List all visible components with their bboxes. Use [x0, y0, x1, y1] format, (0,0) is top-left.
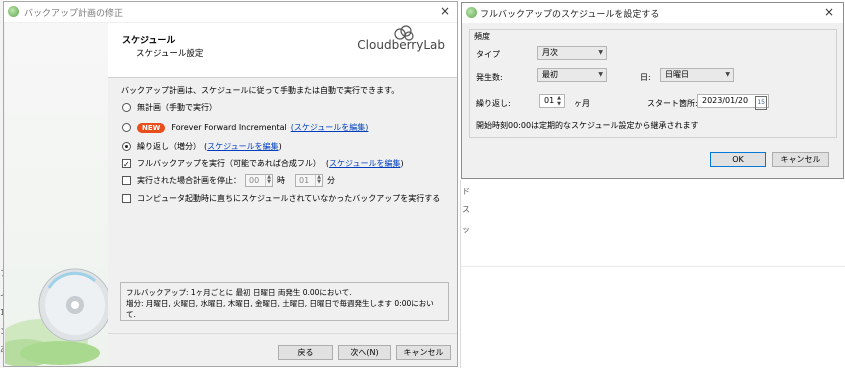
- summary-incremental-line: 増分: 月曜日, 火曜日, 水曜日, 木曜日, 金曜日, 土曜日, 日曜日で毎週…: [126, 299, 434, 319]
- page-title: スケジュール: [122, 36, 176, 46]
- wizard-footer: 戻る 次へ(N) キャンセル: [108, 333, 457, 366]
- back-button[interactable]: 戻る: [278, 345, 333, 360]
- spinner-arrows-icon[interactable]: ▲ ▼: [265, 175, 272, 186]
- new-badge: NEW: [137, 122, 166, 133]
- occurrence-label: 発生数:: [476, 73, 503, 82]
- spinner-value: 00: [249, 176, 260, 185]
- option-label: 実行された場合計画を停止：: [137, 176, 241, 185]
- option-label: Forever Forward Incremental: [171, 123, 287, 132]
- background-divider: [460, 180, 461, 368]
- option-label: 繰り返し（増分）: [137, 142, 201, 151]
- radio-forever-forward[interactable]: [122, 123, 131, 132]
- dropdown-value: 月次: [542, 48, 558, 57]
- chevron-down-icon: ▼: [598, 71, 603, 78]
- checkbox-missed-backup[interactable]: [122, 194, 131, 203]
- edit-schedule-link-ffi[interactable]: (スケジュールを編集): [291, 122, 369, 133]
- hours-unit: 時: [277, 176, 285, 185]
- option-full-backup[interactable]: フルバックアップを実行（可能であれば合成フル） (スケジュールを編集): [122, 158, 404, 169]
- start-label: スタート箇所:: [647, 99, 698, 108]
- next-button[interactable]: 次へ(N): [338, 345, 391, 360]
- checkbox-stop-plan[interactable]: [122, 176, 131, 185]
- radio-no-schedule[interactable]: [122, 103, 131, 112]
- page-subtitle: スケジュール設定: [136, 49, 204, 59]
- calendar-icon[interactable]: 15: [755, 96, 767, 110]
- cancel-button[interactable]: キャンセル: [396, 345, 451, 360]
- inherited-time-note: 開始時刻00:00は定期的なスケジュール設定から継承されます: [476, 121, 699, 130]
- close-button[interactable]: ×: [821, 5, 837, 19]
- stop-hours-spinner[interactable]: 00 ▲ ▼: [245, 174, 273, 187]
- spinner-arrows-icon[interactable]: ▲ ▼: [315, 175, 322, 186]
- wizard-content: スケジュール スケジュール設定 CloudberryLab バックアップ計画は、…: [108, 23, 457, 366]
- background-app-area: ド ス ッ: [460, 180, 845, 368]
- chevron-down-icon: ▼: [725, 71, 730, 78]
- day-label: 日:: [640, 73, 651, 82]
- edit-schedule-link-full[interactable]: スケジュールを編集: [329, 158, 400, 169]
- type-label: タイプ: [476, 50, 500, 59]
- edit-schedule-link-recurring[interactable]: スケジュールを編集: [207, 141, 278, 152]
- backup-plan-dialog: バックアップ計画の修正 × スケジュール スケジュール設定 Cloudberry…: [0, 1, 458, 367]
- dialog-titlebar: フルバックアップのスケジュールを設定する ×: [462, 3, 843, 23]
- type-dropdown[interactable]: 月次 ▼: [537, 46, 607, 60]
- option-no-schedule[interactable]: 無計画（手動で実行）: [122, 102, 217, 113]
- app-icon: [8, 6, 19, 17]
- wizard-side-banner: [0, 23, 112, 367]
- frequency-group-label: 頻度: [474, 32, 490, 41]
- chevron-down-icon: ▼: [598, 49, 603, 56]
- schedule-summary: フルバックアップ: 1ヶ月ごとに 最初 日曜日 両発生 0.00において. 増分…: [120, 282, 449, 321]
- wizard-header: スケジュール スケジュール設定 CloudberryLab: [108, 23, 457, 78]
- repeat-spinner[interactable]: 01 ▲ ▼: [539, 94, 565, 108]
- dropdown-value: 最初: [542, 70, 558, 79]
- date-value: 2023/01/20: [702, 96, 749, 105]
- day-dropdown[interactable]: 日曜日 ▼: [660, 68, 734, 82]
- app-icon: [466, 7, 477, 18]
- dialog-title: フルバックアップのスケジュールを設定する: [480, 10, 660, 20]
- close-button[interactable]: ×: [437, 4, 453, 18]
- dialog-title: バックアップ計画の修正: [24, 9, 124, 19]
- occurrence-dropdown[interactable]: 最初 ▼: [537, 68, 607, 82]
- minutes-unit: 分: [327, 176, 335, 185]
- background-text: ス: [462, 205, 470, 214]
- background-text: ド: [462, 187, 470, 196]
- dialog-titlebar: バックアップ計画の修正 ×: [4, 2, 457, 22]
- option-label: コンピュータ起動時に直ちにスケジュールされていなかったバックアップを実行する: [137, 194, 441, 203]
- background-divider: [460, 266, 845, 267]
- cloudberry-logo-text: CloudberryLab: [357, 38, 445, 52]
- full-backup-schedule-dialog: フルバックアップのスケジュールを設定する × 頻度 タイプ 月次 ▼ 発生数: …: [461, 2, 844, 179]
- repeat-label: 繰り返し:: [476, 99, 511, 108]
- option-missed-backup[interactable]: コンピュータ起動時に直ちにスケジュールされていなかったバックアップを実行する: [122, 193, 440, 204]
- checkbox-full-backup[interactable]: [122, 159, 131, 169]
- option-recurring[interactable]: 繰り返し（増分） (スケジュールを編集): [122, 141, 282, 152]
- option-stop-plan[interactable]: 実行された場合計画を停止： 00 ▲ ▼ 時 01 ▲ ▼ 分: [122, 174, 335, 187]
- spinner-value: 01: [544, 96, 555, 105]
- stop-minutes-spinner[interactable]: 01 ▲ ▼: [295, 174, 323, 187]
- cancel-button[interactable]: キャンセル: [772, 152, 829, 167]
- dropdown-value: 日曜日: [665, 70, 689, 79]
- repeat-unit: ヶ月: [574, 99, 590, 108]
- spinner-value: 01: [299, 176, 310, 185]
- option-label: フルバックアップを実行（可能であれば合成フル）: [137, 159, 321, 168]
- spinner-arrows-icon[interactable]: ▲ ▼: [557, 95, 561, 107]
- ok-button[interactable]: OK: [710, 152, 766, 167]
- option-forever-forward[interactable]: NEW Forever Forward Incremental (スケジュールを…: [122, 122, 368, 133]
- radio-recurring[interactable]: [122, 142, 131, 151]
- summary-full-line: フルバックアップ: 1ヶ月ごとに 最初 日曜日 両発生 0.00において.: [126, 288, 352, 297]
- start-date-field[interactable]: 2023/01/20 15: [697, 94, 769, 110]
- schedule-description: バックアップ計画は、スケジュールに従って手動または自動で実行できます。: [121, 86, 400, 95]
- background-text: ッ: [462, 225, 470, 234]
- disc-illustration: [0, 268, 112, 367]
- option-label: 無計画（手動で実行）: [137, 103, 217, 112]
